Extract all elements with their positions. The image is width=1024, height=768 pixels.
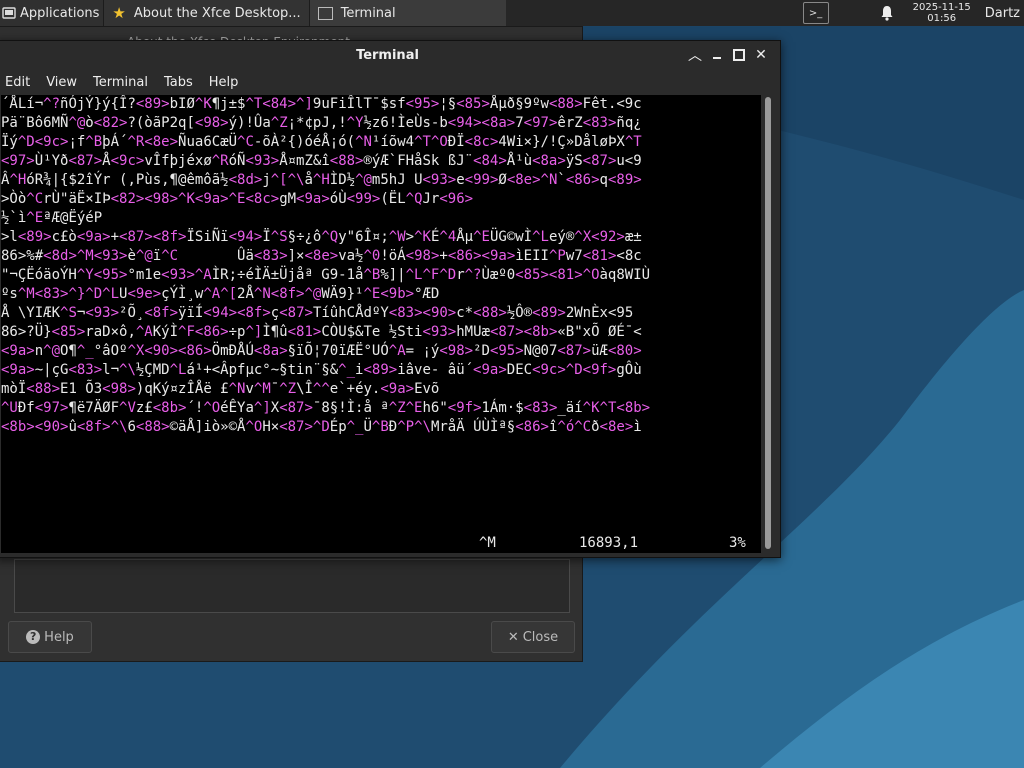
maximize-icon: [733, 49, 745, 61]
menu-help[interactable]: Help: [209, 75, 239, 90]
terminal-line: Pä¨Bô6MÑ^@ò<82>?(òãP2q[<98>ý)!Ûa^Z¡*¢pJ,…: [1, 115, 642, 131]
taskbar-item-label: About the Xfce Desktop...: [133, 5, 301, 21]
system-tray: >_ 2025-11-15 01:56 Dartz: [802, 0, 1024, 26]
terminal-line: mòÏ<88>E1 Õ3<98>)qKý¤zÎÅë £^Nv^M¯^Z\Î^^e…: [1, 381, 440, 397]
status-cursor: ^M: [479, 535, 496, 551]
roll-up-button[interactable]: ︿: [684, 45, 706, 65]
help-icon: ?: [26, 630, 41, 644]
terminal-titlebar[interactable]: Terminal ︿ ✕: [0, 41, 780, 69]
terminal-window: Terminal ︿ ✕ Edit View Terminal Tabs Hel…: [0, 40, 781, 558]
terminal-line: "¬ÇËóäoÝH^Y<95>°m1e<93>^AÌR;÷éÌÄ±Üjåª G9…: [1, 267, 651, 283]
minimize-icon: [713, 57, 721, 59]
terminal-line: ^UÐf<97>¶ë7ÄØF^Vz£<8b>´!^OéÊYa^]X<87>¯8§…: [1, 400, 651, 416]
terminal-line: Ïý^D<9c>¡f^BþÁ´^R<8e>Ñua6CæÜ^C-õÀ²{)óéÅ¡…: [1, 134, 642, 150]
maximize-button[interactable]: [728, 45, 750, 65]
clock-time: 01:56: [927, 13, 957, 24]
clock-date: 2025-11-15: [912, 2, 971, 13]
terminal-line: >l<89>c£ò<9a>+<87><8f>ÏSiÑï<94>Ï^S§÷¿ô^Q…: [1, 229, 642, 245]
menu-edit[interactable]: Edit: [5, 75, 30, 90]
menu-terminal[interactable]: Terminal: [93, 75, 148, 90]
terminal-line: ´ÅLí¬^?ñÓjÝ}ý{Î?<89>bIØ^K¶j±$^T<84>^]9uF…: [1, 96, 642, 112]
about-dialog-content-box: [14, 559, 570, 613]
menu-tabs[interactable]: Tabs: [164, 75, 193, 90]
chevron-up-icon: ︿: [688, 48, 702, 64]
terminal-line: >Òò^CrÙ"äË×IÞ<82><98>^K<9a>^E<8c>gM<9a>ó…: [1, 191, 474, 207]
terminal-screen[interactable]: ´ÅLí¬^?ñÓjÝ}ý{Î?<89>bIØ^K¶j±$^T<84>^]9uF…: [1, 95, 761, 553]
close-window-button[interactable]: ✕: [750, 45, 772, 65]
taskbar-item-about-xfce[interactable]: ★ About the Xfce Desktop...: [103, 0, 309, 26]
close-icon: ✕: [507, 629, 519, 645]
help-button[interactable]: ? Help: [8, 621, 92, 653]
terminal-line: Å \YIÆK^S¬<93>²Õ¸<8f>ÿïÍ<94><8f>ç<87>Tíû…: [1, 305, 634, 321]
notification-bell-icon[interactable]: [879, 5, 895, 21]
taskbar-item-label: Terminal: [340, 5, 396, 21]
applications-label: Applications: [20, 5, 100, 21]
terminal-line: Â^HóR¾|{$2îÝr (,Pùs,¶@êmôã½<8d>j^[^\å^HÌ…: [1, 172, 642, 188]
star-icon: ★: [112, 4, 126, 22]
top-panel: Applications ★ About the Xfce Desktop...…: [0, 0, 1024, 26]
terminal-title: Terminal: [356, 47, 419, 63]
menu-view[interactable]: View: [46, 75, 77, 90]
terminal-icon: [317, 6, 333, 20]
clock[interactable]: 2025-11-15 01:56: [913, 2, 971, 24]
minimize-button[interactable]: [706, 45, 728, 65]
close-button[interactable]: ✕ Close: [491, 621, 575, 653]
vim-status-line: ^M 16893,1 3%: [1, 534, 761, 553]
terminal-line: <9a>~|çG<83>l¬^\½ÇMD^Lá¹+<Âpfµc°~§tin¨§&…: [1, 362, 642, 378]
user-menu[interactable]: Dartz: [985, 6, 1020, 21]
terminal-menubar: Edit View Terminal Tabs Help: [0, 69, 780, 95]
terminal-line: <9a>n^@O¶^_°âOº^X<90><86>ÖmÐÅÚ<8a>§ïÕ¦70…: [1, 343, 642, 359]
close-icon: ✕: [755, 47, 767, 63]
terminal-line: <97>Ù¹Yð<87>Å<9c>vÎfþjéxø^RóÑ<93>Å¤mZ&î<…: [1, 153, 642, 169]
terminal-line: <8b><90>û<8f>^\6<88>©äÅ]iò»©Å^OH×<87>^DÉ…: [1, 419, 642, 435]
help-button-label: Help: [44, 629, 74, 645]
terminal-scrollbar[interactable]: [763, 95, 773, 553]
terminal-line: 86>%#<8d>^M<93>è^@ï^C Ûä<83>]×<8e>va½^0!…: [1, 248, 642, 264]
taskbar-item-terminal[interactable]: Terminal: [308, 0, 506, 26]
terminal-line: ºs^M<83>^}^D^LU<9e>çÝÌ¸w^A^[2Å^N<8f>^@WÄ…: [1, 286, 440, 302]
terminal-tray-icon[interactable]: >_: [802, 2, 829, 24]
status-position: 16893,1: [579, 535, 639, 551]
xfce-logo-icon: [2, 7, 16, 19]
terminal-line: 86>?Ü}<85>raD×ô,^AKýÌ^F<86>÷p^]Ì¶û<81>CÒ…: [1, 324, 642, 340]
status-percent: 3%: [729, 535, 746, 551]
window-controls: ︿ ✕: [684, 45, 772, 65]
close-button-label: Close: [522, 629, 559, 645]
scrollbar-thumb[interactable]: [765, 97, 771, 549]
terminal-line: ½`ì^EªÆ@ËýéP: [1, 210, 103, 226]
terminal-output: ´ÅLí¬^?ñÓjÝ}ý{Î?<89>bIØ^K¶j±$^T<84>^]9uF…: [1, 95, 761, 437]
applications-menu-button[interactable]: Applications: [0, 0, 104, 26]
